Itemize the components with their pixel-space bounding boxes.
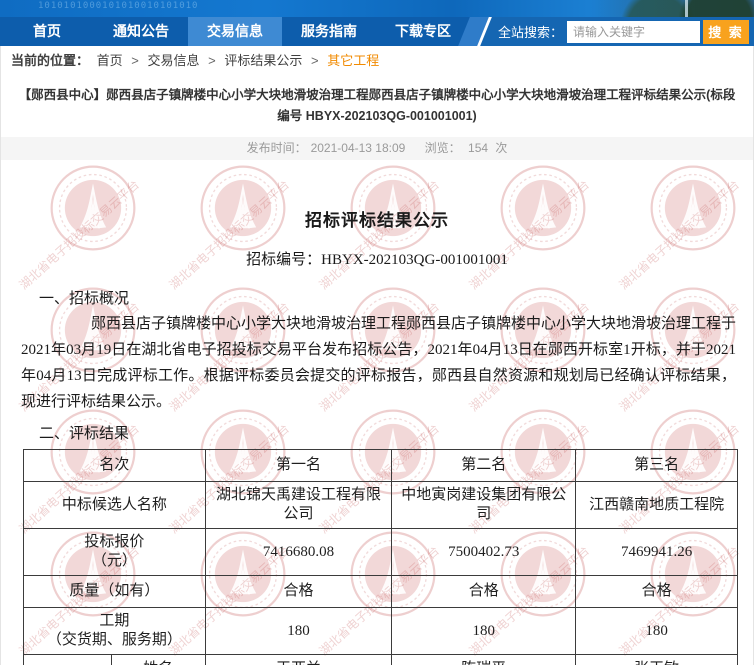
candidate-1: 湖北锦天禹建设工程有限公司: [204, 481, 393, 529]
article-title-line2: HBYX-202103QG-001001001): [305, 109, 477, 123]
duration-1: 180: [204, 607, 393, 655]
leader-name-3: 张玉敏: [575, 654, 738, 665]
quality-3: 合格: [575, 575, 738, 608]
price-2: 7500402.73: [391, 528, 577, 576]
top-photo-banner: 1010101000101010010101010: [0, 0, 754, 17]
banner-cityscape: [594, 0, 754, 17]
table-row-duration: 工期 （交货期、服务期） 180 180 180: [23, 607, 738, 655]
bid-number-label: 招标编号：: [246, 252, 322, 268]
leader-name-1: 王亚兰: [204, 654, 393, 665]
duration-label-line1: 工期: [99, 613, 130, 629]
header-first: 第一名: [204, 449, 393, 482]
quality-1: 合格: [204, 575, 393, 608]
site-search-bar: 全站搜索： 搜 索: [458, 17, 754, 46]
duration-label-line2: （交货期、服务期）: [46, 632, 182, 648]
candidate-3: 江西赣南地质工程院: [575, 481, 738, 529]
breadcrumb-separator: >: [311, 53, 319, 68]
header-rank: 名次: [23, 449, 206, 482]
section1-title: 一、招标概况: [39, 291, 130, 307]
views-unit: 次: [495, 141, 508, 155]
candidate-2: 中地寅岗建设集团有限公司: [391, 481, 577, 529]
bid-number-value: HBYX-202103QG-001001001: [321, 252, 508, 268]
nav-tab-service-guide[interactable]: 服务指南: [282, 17, 376, 46]
nav-tab-notices[interactable]: 通知公告: [94, 17, 188, 46]
views-count: 154: [468, 141, 489, 155]
nav-tab-trade-info[interactable]: 交易信息: [188, 17, 282, 46]
price-label-line2: （元）: [91, 553, 137, 569]
article-title: 【郧西县中心】郧西县店子镇牌楼中心小学大块地滑坡治理工程郧西县店子镇牌楼中心小学…: [1, 76, 753, 137]
evaluation-result-table: 名次 第一名 第二名 第三名 中标候选人名称 湖北锦天禹建设工程有限公司 中地寅…: [23, 449, 738, 665]
banner-binary-texture: 1010101000101010010101010: [38, 1, 199, 11]
site-search-label: 全站搜索：: [497, 25, 563, 40]
header-second: 第二名: [391, 449, 577, 482]
quality-2: 合格: [391, 575, 577, 608]
duration-2: 180: [391, 607, 577, 655]
price-label: 投标报价 （元）: [23, 528, 206, 576]
leader-name-label: 姓名: [110, 654, 206, 665]
table-row-price: 投标报价 （元） 7416680.08 7500402.73 7469941.2…: [23, 528, 738, 576]
main-nav: 首页 通知公告 交易信息 服务指南 下载专区 全站搜索： 搜 索: [0, 17, 754, 46]
breadcrumb-current: 其它工程: [327, 53, 380, 68]
publish-time-value: 2021-04-13 18:09: [310, 141, 406, 155]
leader-name-2: 陈瑞平: [391, 654, 577, 665]
section2-title: 二、评标结果: [39, 426, 130, 442]
header-third: 第三名: [575, 449, 738, 482]
price-3: 7469941.26: [575, 528, 738, 576]
candidate-label: 中标候选人名称: [23, 481, 206, 529]
breadcrumb-home[interactable]: 首页: [97, 53, 123, 68]
search-button[interactable]: 搜 索: [703, 19, 749, 44]
duration-3: 180: [575, 607, 738, 655]
price-1: 7416680.08: [204, 528, 393, 576]
notice-body: 湖北省电子招投标交易云平台 湖北省电子招投标交易云平台 湖北省电子招投标交易云平台湖…: [1, 160, 753, 665]
table-row-quality: 质量（如有） 合格 合格 合格: [23, 575, 738, 608]
breadcrumb-eval-results[interactable]: 评标结果公示: [224, 53, 302, 68]
nav-tab-home[interactable]: 首页: [0, 17, 94, 46]
table-row-leader-name: 项目负责人（如有） 姓名 王亚兰 陈瑞平 张玉敏: [23, 654, 738, 665]
price-label-line1: 投标报价: [84, 534, 145, 550]
banner-tower: [685, 0, 688, 17]
breadcrumb-separator: >: [131, 53, 139, 68]
publish-info-bar: 发布时间： 2021-04-13 18:09 浏览： 154 次: [1, 137, 753, 160]
section1-paragraph: 郧西县店子镇牌楼中心小学大块地滑坡治理工程郧西县店子镇牌楼中心小学大块地滑坡治理…: [21, 316, 737, 410]
breadcrumb-trade-info[interactable]: 交易信息: [148, 53, 200, 68]
duration-label: 工期 （交货期、服务期）: [23, 607, 206, 655]
table-row-candidate: 中标候选人名称 湖北锦天禹建设工程有限公司 中地寅岗建设集团有限公司 江西赣南地…: [23, 481, 738, 529]
bid-number-line: 招标编号：HBYX-202103QG-001001001: [1, 248, 753, 269]
breadcrumb-separator: >: [208, 53, 216, 68]
nav-tab-downloads[interactable]: 下载专区: [376, 17, 470, 46]
breadcrumb: 当前的位置： 首页 > 交易信息 > 评标结果公示 > 其它工程: [1, 46, 753, 76]
leader-group-label: 项目负责人（如有）: [23, 654, 112, 665]
site-search-input[interactable]: [567, 20, 700, 43]
quality-label: 质量（如有）: [23, 575, 206, 608]
publish-time-label: 发布时间：: [246, 141, 307, 155]
breadcrumb-prefix: 当前的位置：: [11, 53, 90, 68]
table-header-row: 名次 第一名 第二名 第三名: [23, 449, 738, 482]
views-label: 浏览：: [424, 141, 461, 155]
notice-heading: 招标评标结果公示: [305, 211, 449, 230]
